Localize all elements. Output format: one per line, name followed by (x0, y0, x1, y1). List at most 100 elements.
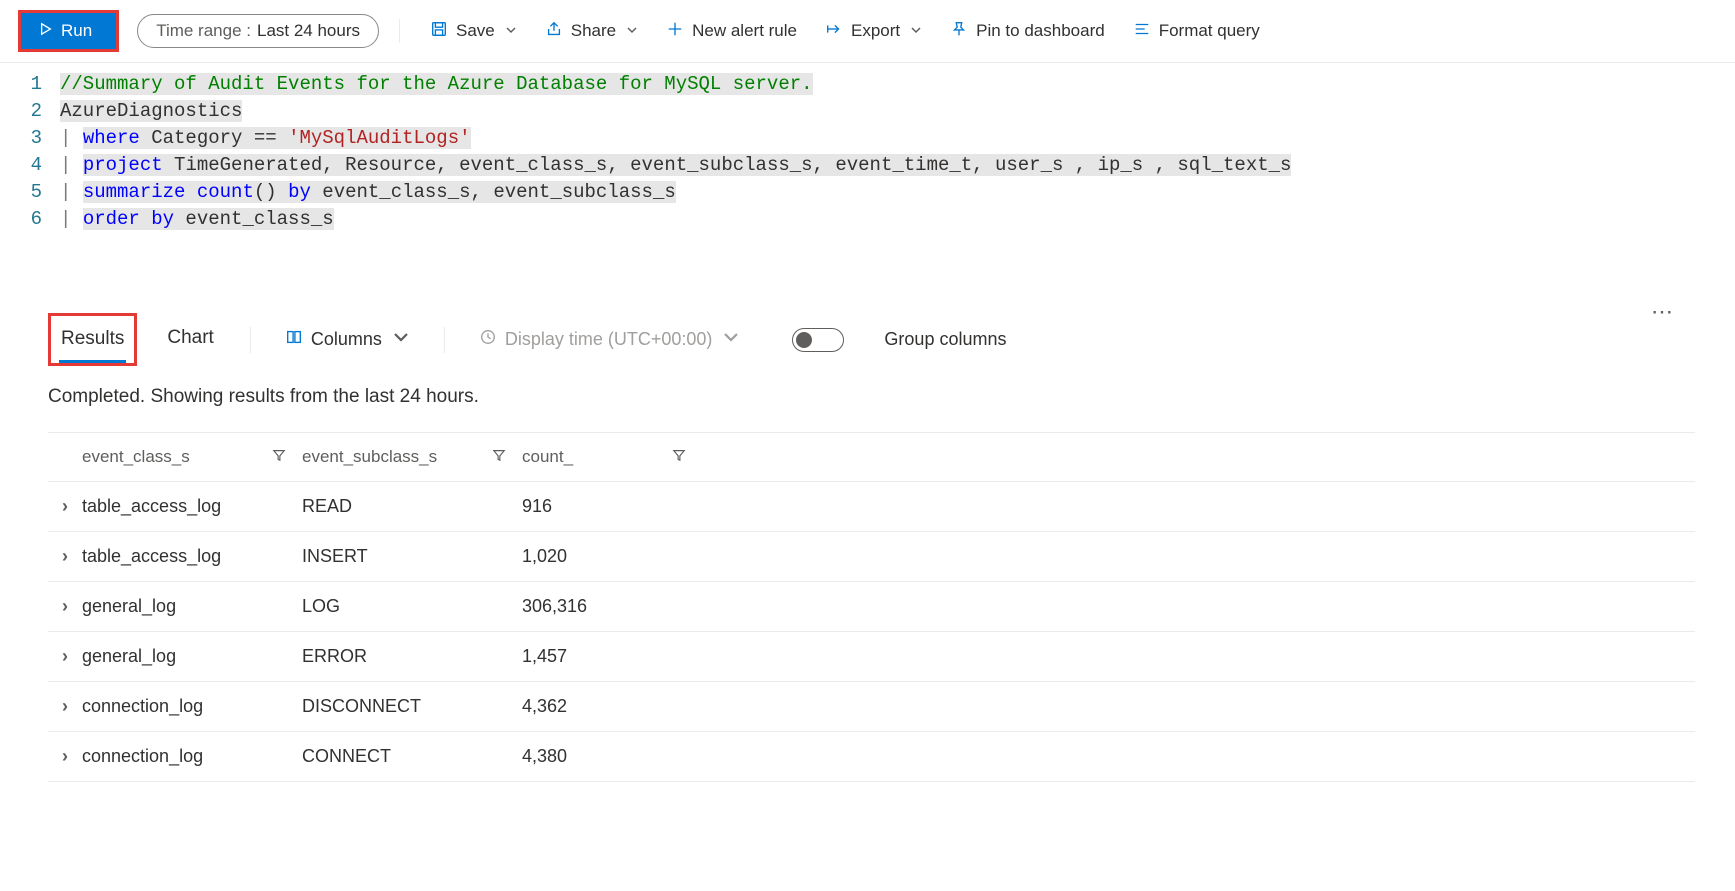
cell-event-subclass: READ (302, 496, 522, 517)
cell-event-subclass: DISCONNECT (302, 696, 522, 717)
col-header-label: count_ (522, 447, 573, 467)
format-icon (1133, 20, 1151, 43)
run-label: Run (61, 21, 92, 41)
table-row[interactable]: ›connection_logDISCONNECT4,362 (48, 682, 1695, 732)
format-label: Format query (1159, 21, 1260, 41)
col-header-label: event_subclass_s (302, 447, 437, 467)
pin-label: Pin to dashboard (976, 21, 1105, 41)
table-row[interactable]: ›general_logERROR1,457 (48, 632, 1695, 682)
tab-chart[interactable]: Chart (165, 321, 215, 359)
expand-row-icon[interactable]: › (48, 596, 82, 617)
code-line[interactable]: //Summary of Audit Events for the Azure … (60, 71, 1735, 98)
expand-row-icon[interactable]: › (48, 496, 82, 517)
cell-count: 916 (522, 496, 702, 517)
export-icon (825, 20, 843, 43)
expand-row-icon[interactable]: › (48, 646, 82, 667)
code-line[interactable]: | summarize count() by event_class_s, ev… (60, 179, 1735, 206)
chevron-down-icon (908, 21, 922, 41)
cell-event-subclass: LOG (302, 596, 522, 617)
time-range-picker[interactable]: Time range : Last 24 hours (137, 14, 379, 48)
line-number: 5 (0, 179, 42, 206)
tab-results[interactable]: Results (59, 322, 126, 363)
filter-icon[interactable] (272, 447, 286, 467)
columns-icon (285, 328, 303, 351)
code-line[interactable]: | where Category == 'MySqlAuditLogs' (60, 125, 1735, 152)
cell-event-subclass: CONNECT (302, 746, 522, 767)
col-header-event-subclass[interactable]: event_subclass_s (302, 447, 522, 467)
col-header-event-class[interactable]: event_class_s (82, 447, 302, 467)
columns-label: Columns (311, 329, 382, 350)
separator (444, 327, 445, 353)
results-panel: ⋯ Results Chart Columns Display time (UT… (0, 313, 1735, 782)
line-number: 3 (0, 125, 42, 152)
separator (399, 19, 400, 43)
columns-button[interactable]: Columns (285, 328, 410, 351)
col-header-label: event_class_s (82, 447, 190, 467)
chevron-down-icon (503, 21, 517, 41)
filter-icon[interactable] (672, 447, 686, 467)
run-button[interactable]: Run (21, 13, 116, 49)
play-icon (39, 21, 53, 41)
line-gutter: 123456 (0, 71, 60, 233)
share-button[interactable]: Share (535, 14, 648, 49)
cell-count: 1,457 (522, 646, 702, 667)
chevron-down-icon (624, 21, 638, 41)
display-time-button[interactable]: Display time (UTC+00:00) (479, 328, 741, 351)
line-number: 6 (0, 206, 42, 233)
chevron-down-icon (390, 328, 410, 351)
cell-count: 1,020 (522, 546, 702, 567)
cell-event-subclass: ERROR (302, 646, 522, 667)
new-alert-button[interactable]: New alert rule (656, 14, 807, 49)
plus-icon (666, 20, 684, 43)
cell-count: 306,316 (522, 596, 702, 617)
table-row[interactable]: ›table_access_logINSERT1,020 (48, 532, 1695, 582)
group-columns-toggle[interactable] (792, 328, 844, 352)
export-button[interactable]: Export (815, 14, 932, 49)
cell-count: 4,380 (522, 746, 702, 767)
results-tabs-row: Results Chart Columns Display time (UTC+… (48, 313, 1695, 366)
export-label: Export (851, 21, 900, 41)
status-bold: Completed (48, 386, 140, 407)
pin-icon (950, 20, 968, 43)
group-columns-label-wrap: Group columns (884, 329, 1006, 350)
query-toolbar: Run Time range : Last 24 hours Save Shar… (0, 0, 1735, 63)
group-columns-label: Group columns (884, 329, 1006, 350)
line-number: 4 (0, 152, 42, 179)
pin-button[interactable]: Pin to dashboard (940, 14, 1115, 49)
expand-row-icon[interactable]: › (48, 546, 82, 567)
expand-row-icon[interactable]: › (48, 696, 82, 717)
separator (250, 327, 251, 353)
new-alert-label: New alert rule (692, 21, 797, 41)
query-editor[interactable]: 123456 //Summary of Audit Events for the… (0, 63, 1735, 313)
display-time-label: Display time (UTC+00:00) (505, 329, 713, 350)
table-row[interactable]: ›table_access_logREAD916 (48, 482, 1695, 532)
status-line: Completed. Showing results from the last… (48, 366, 1695, 432)
code-line[interactable]: AzureDiagnostics (60, 98, 1735, 125)
save-icon (430, 20, 448, 43)
code-area[interactable]: //Summary of Audit Events for the Azure … (60, 71, 1735, 233)
code-line[interactable]: | project TimeGenerated, Resource, event… (60, 152, 1735, 179)
cell-event-class: general_log (82, 646, 302, 667)
run-button-highlight: Run (18, 10, 119, 52)
results-tab-highlight: Results (48, 313, 137, 366)
table-row[interactable]: ›connection_logCONNECT4,380 (48, 732, 1695, 782)
clock-icon (479, 328, 497, 351)
table-header-row: event_class_s event_subclass_s count_ (48, 432, 1695, 482)
status-rest: . Showing results from the last 24 hours… (140, 386, 479, 407)
save-button[interactable]: Save (420, 14, 527, 49)
format-button[interactable]: Format query (1123, 14, 1270, 49)
cell-event-class: table_access_log (82, 496, 302, 517)
cell-event-class: connection_log (82, 696, 302, 717)
time-range-value: Last 24 hours (257, 21, 360, 41)
col-header-count[interactable]: count_ (522, 447, 702, 467)
cell-count: 4,362 (522, 696, 702, 717)
filter-icon[interactable] (492, 447, 506, 467)
share-icon (545, 20, 563, 43)
code-line[interactable]: | order by event_class_s (60, 206, 1735, 233)
time-range-label: Time range : (156, 21, 251, 41)
cell-event-class: general_log (82, 596, 302, 617)
save-label: Save (456, 21, 495, 41)
expand-row-icon[interactable]: › (48, 746, 82, 767)
table-row[interactable]: ›general_logLOG306,316 (48, 582, 1695, 632)
cell-event-class: table_access_log (82, 546, 302, 567)
